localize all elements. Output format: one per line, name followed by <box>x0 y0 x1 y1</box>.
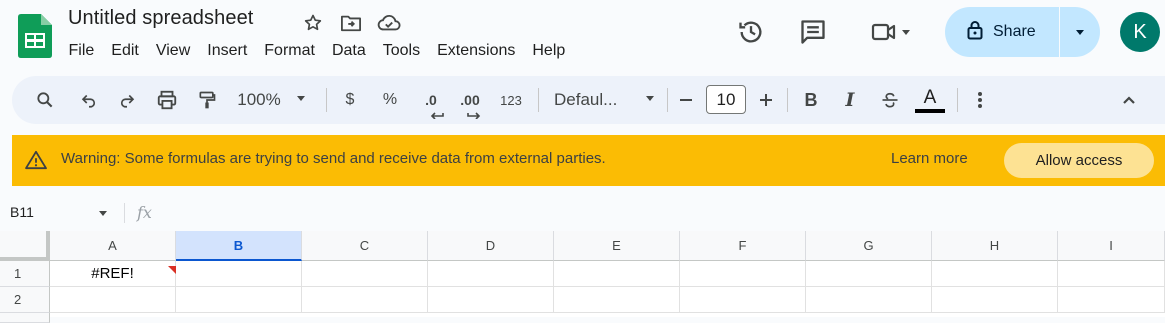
more-formats-button[interactable]: 123 <box>496 76 526 124</box>
cell-d2[interactable] <box>428 287 554 313</box>
cell-i1[interactable] <box>1058 261 1165 287</box>
error-indicator-icon[interactable] <box>168 261 176 279</box>
bold-button[interactable]: B <box>801 76 821 124</box>
allow-access-button[interactable]: Allow access <box>1004 143 1154 178</box>
chevron-up-icon[interactable] <box>1118 76 1140 124</box>
italic-button[interactable]: I <box>840 76 860 124</box>
percent-format-button[interactable]: % <box>379 76 401 124</box>
column-header-e[interactable]: E <box>554 231 680 261</box>
menu-file[interactable]: File <box>60 40 103 62</box>
fx-icon: fx <box>137 203 152 222</box>
increase-font-size-icon[interactable] <box>756 76 776 124</box>
cell-d1[interactable] <box>428 261 554 287</box>
currency-format-button[interactable]: $ <box>340 76 360 124</box>
undo-icon[interactable] <box>76 76 102 124</box>
lock-icon <box>967 20 983 45</box>
text-color-label: A <box>923 86 937 108</box>
increase-decimal-button[interactable]: .00 <box>453 76 487 124</box>
share-button[interactable]: Share <box>945 7 1100 57</box>
cell-a1[interactable]: #REF! <box>50 261 176 287</box>
cell-g2[interactable] <box>806 287 932 313</box>
arrow-left-icon <box>430 106 444 124</box>
warning-icon <box>25 150 47 175</box>
row-header-3[interactable] <box>0 313 50 323</box>
move-folder-icon[interactable] <box>338 10 364 36</box>
redo-icon[interactable] <box>114 76 140 124</box>
cell-a2[interactable] <box>50 287 176 313</box>
cell-e1[interactable] <box>554 261 680 287</box>
cell-h2[interactable] <box>932 287 1058 313</box>
menu-tools[interactable]: Tools <box>374 40 428 62</box>
toolbar: 100% $ % .0 .00 123 Defaul... 10 B I A <box>12 76 1165 124</box>
cell-b1[interactable] <box>176 261 302 287</box>
name-box[interactable]: B11 <box>10 204 34 220</box>
menu-insert[interactable]: Insert <box>199 40 256 62</box>
column-header-a[interactable]: A <box>50 231 176 261</box>
zoom-select[interactable]: 100% <box>230 76 314 124</box>
font-select[interactable]: Defaul... <box>550 76 656 124</box>
row-header-1[interactable]: 1 <box>0 261 50 287</box>
cell-f2[interactable] <box>680 287 806 313</box>
spreadsheet-grid: A B C D E F G H I 1 2 #REF! <box>0 231 1165 323</box>
decrease-decimal-button[interactable]: .0 <box>416 76 446 124</box>
cell-c1[interactable] <box>302 261 428 287</box>
more-vert-icon[interactable] <box>970 76 990 124</box>
search-icon[interactable] <box>32 76 58 124</box>
column-header-g[interactable]: G <box>806 231 932 261</box>
cell-f1[interactable] <box>680 261 806 287</box>
paint-format-icon[interactable] <box>194 76 220 124</box>
strikethrough-icon[interactable] <box>878 76 902 124</box>
chevron-down-icon <box>644 91 656 109</box>
share-label: Share <box>993 23 1036 40</box>
column-header-i[interactable]: I <box>1058 231 1165 261</box>
menu-data[interactable]: Data <box>323 40 374 62</box>
menu-edit[interactable]: Edit <box>103 40 148 62</box>
text-color-button[interactable]: A <box>914 76 946 124</box>
cell-g1[interactable] <box>806 261 932 287</box>
column-header-f[interactable]: F <box>680 231 806 261</box>
decrease-font-size-icon[interactable] <box>676 76 696 124</box>
cell-e2[interactable] <box>554 287 680 313</box>
cell-i2[interactable] <box>1058 287 1165 313</box>
menu-format[interactable]: Format <box>256 40 324 62</box>
warning-banner: Warning: Some formulas are trying to sen… <box>12 135 1165 186</box>
arrow-right-icon <box>467 106 481 124</box>
column-header-c[interactable]: C <box>302 231 428 261</box>
cloud-saved-icon[interactable] <box>376 10 402 36</box>
menu-view[interactable]: View <box>147 40 198 62</box>
sheets-logo-icon[interactable] <box>18 14 52 58</box>
print-icon[interactable] <box>153 76 181 124</box>
column-header-b[interactable]: B <box>176 231 302 261</box>
menu-help[interactable]: Help <box>524 40 574 62</box>
font-size-input[interactable]: 10 <box>706 85 746 114</box>
star-icon[interactable] <box>300 10 326 36</box>
cell-b2[interactable] <box>176 287 302 313</box>
cell-h1[interactable] <box>932 261 1058 287</box>
menu-bar: File Edit View Insert Format Data Tools … <box>60 40 574 62</box>
formula-input[interactable] <box>170 201 1150 225</box>
document-title[interactable]: Untitled spreadsheet <box>68 7 253 30</box>
version-history-icon[interactable] <box>731 12 771 52</box>
column-header-h[interactable]: H <box>932 231 1058 261</box>
row-header-2[interactable]: 2 <box>0 287 50 313</box>
cell-c2[interactable] <box>302 287 428 313</box>
warning-message: Warning: Some formulas are trying to sen… <box>61 150 606 167</box>
zoom-value: 100% <box>237 90 281 109</box>
name-box-dropdown-icon[interactable] <box>97 206 109 224</box>
select-all-corner[interactable] <box>0 231 50 261</box>
learn-more-link[interactable]: Learn more <box>891 150 968 167</box>
column-header-d[interactable]: D <box>428 231 554 261</box>
comments-icon[interactable] <box>793 12 833 52</box>
meet-video-icon[interactable] <box>862 12 920 52</box>
chevron-down-icon <box>295 91 307 109</box>
avatar[interactable]: K <box>1120 12 1160 52</box>
font-value: Defaul... <box>554 90 618 109</box>
share-dropdown-icon[interactable] <box>1060 7 1100 57</box>
menu-extensions[interactable]: Extensions <box>429 40 524 62</box>
